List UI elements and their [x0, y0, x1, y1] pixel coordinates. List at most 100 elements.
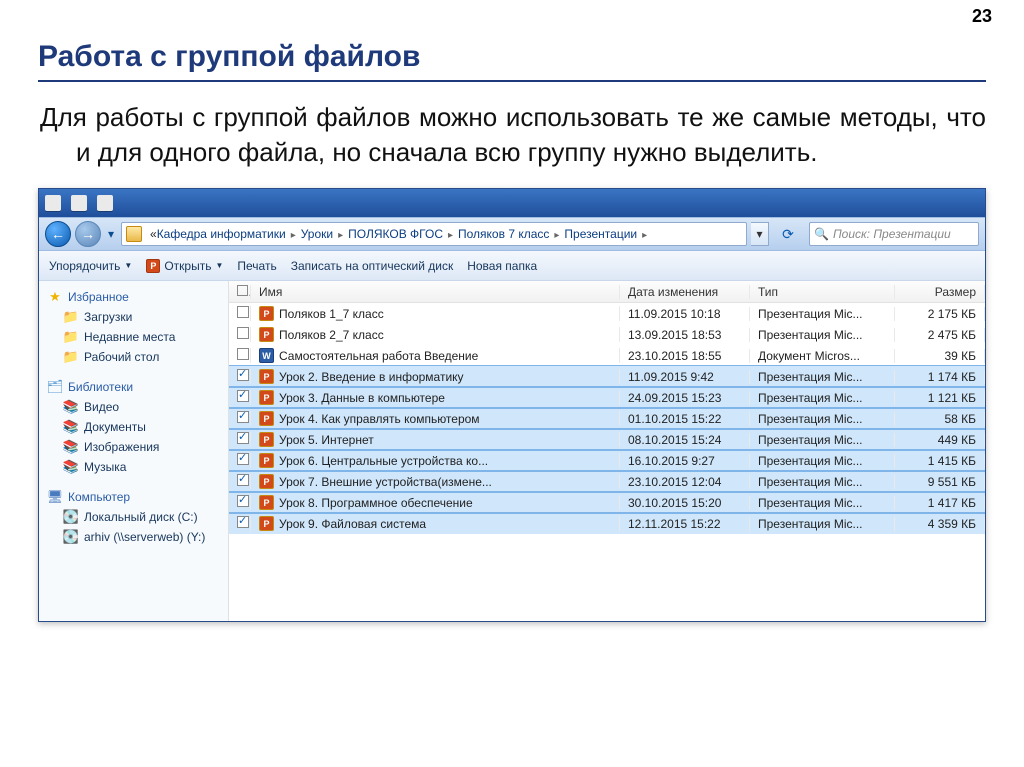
history-dropdown[interactable]: ▾	[105, 227, 117, 241]
breadcrumb-segment[interactable]: Поляков 7 класс	[458, 227, 549, 241]
row-checkbox[interactable]	[229, 453, 251, 468]
table-row[interactable]: PПоляков 1_7 класс11.09.2015 10:18Презен…	[229, 303, 985, 324]
breadcrumb-segment[interactable]: Уроки	[301, 227, 333, 241]
search-input[interactable]: 🔍 Поиск: Презентации	[809, 222, 979, 246]
sidebar-item[interactable]: 💽Локальный диск (C:)	[47, 507, 228, 527]
cell-name[interactable]: PПоляков 1_7 класс	[251, 306, 620, 321]
forward-button[interactable]: →	[75, 221, 101, 247]
cell-size: 4 359 КБ	[895, 517, 985, 531]
checkbox-icon	[237, 390, 249, 402]
cell-name[interactable]: PУрок 4. Как управлять компьютером	[251, 411, 620, 426]
row-checkbox[interactable]	[229, 369, 251, 384]
row-checkbox[interactable]	[229, 327, 251, 342]
cell-date: 12.11.2015 15:22	[620, 517, 750, 531]
cell-name[interactable]: PУрок 7. Внешние устройства(измене...	[251, 474, 620, 489]
print-button[interactable]: Печать	[237, 259, 276, 273]
checkbox-icon	[237, 306, 249, 318]
sidebar-item[interactable]: 💽arhiv (\\serverweb) (Y:)	[47, 527, 228, 547]
breadcrumb-segment[interactable]: Презентации	[564, 227, 637, 241]
cell-size: 2 175 КБ	[895, 307, 985, 321]
chevron-right-icon: ▸	[448, 230, 453, 241]
column-headers[interactable]: Имя Дата изменения Тип Размер	[229, 281, 985, 303]
refresh-button[interactable]: ⟳	[777, 223, 799, 245]
row-checkbox[interactable]	[229, 474, 251, 489]
cell-size: 1 174 КБ	[895, 370, 985, 384]
table-row[interactable]: PУрок 4. Как управлять компьютером01.10.…	[229, 408, 985, 429]
explorer-window: ← → ▾ « Кафедра информатики▸Уроки▸ПОЛЯКО…	[38, 188, 986, 622]
table-row[interactable]: PУрок 5. Интернет08.10.2015 15:24Презент…	[229, 429, 985, 450]
file-name: Урок 2. Введение в информатику	[279, 370, 464, 384]
open-button[interactable]: P Открыть▼	[146, 259, 223, 273]
libraries-icon: 🗂	[47, 379, 63, 395]
column-type[interactable]: Тип	[750, 285, 895, 299]
chevron-right-icon: ▸	[338, 230, 343, 241]
powerpoint-icon: P	[146, 259, 160, 273]
sidebar-favorites-header[interactable]: ★ Избранное	[47, 287, 228, 307]
sidebar-item[interactable]: 📚Видео	[47, 397, 228, 417]
sidebar-item[interactable]: 📚Музыка	[47, 457, 228, 477]
burn-button[interactable]: Записать на оптический диск	[291, 259, 454, 273]
breadcrumb[interactable]: « Кафедра информатики▸Уроки▸ПОЛЯКОВ ФГОС…	[121, 222, 747, 246]
table-row[interactable]: PУрок 8. Программное обеспечение30.10.20…	[229, 492, 985, 513]
cell-name[interactable]: PУрок 8. Программное обеспечение	[251, 495, 620, 510]
chevron-right-icon: ▸	[554, 230, 559, 241]
cell-name[interactable]: PУрок 9. Файловая система	[251, 516, 620, 531]
cell-name[interactable]: WСамостоятельная работа Введение	[251, 348, 620, 363]
cell-name[interactable]: PУрок 6. Центральные устройства ко...	[251, 453, 620, 468]
table-row[interactable]: PПоляков 2_7 класс13.09.2015 18:53Презен…	[229, 324, 985, 345]
cell-date: 23.10.2015 12:04	[620, 475, 750, 489]
sidebar-item[interactable]: 📁Недавние места	[47, 327, 228, 347]
breadcrumb-segment[interactable]: Кафедра информатики	[157, 227, 286, 241]
row-checkbox[interactable]	[229, 495, 251, 510]
folder-icon	[126, 226, 142, 242]
address-dropdown[interactable]: ▾	[751, 222, 769, 246]
powerpoint-icon: P	[259, 327, 274, 342]
window-titlebar[interactable]	[39, 189, 985, 217]
file-name: Поляков 2_7 класс	[279, 328, 384, 342]
table-row[interactable]: PУрок 2. Введение в информатику11.09.201…	[229, 366, 985, 387]
checkbox-column[interactable]	[229, 285, 251, 299]
column-size[interactable]: Размер	[895, 285, 985, 299]
row-checkbox[interactable]	[229, 348, 251, 363]
column-date[interactable]: Дата изменения	[620, 285, 750, 299]
table-row[interactable]: PУрок 6. Центральные устройства ко...16.…	[229, 450, 985, 471]
checkbox-icon	[237, 369, 249, 381]
cell-date: 11.09.2015 10:18	[620, 307, 750, 321]
table-row[interactable]: PУрок 9. Файловая система12.11.2015 15:2…	[229, 513, 985, 534]
file-name: Самостоятельная работа Введение	[279, 349, 478, 363]
breadcrumb-segment[interactable]: ПОЛЯКОВ ФГОС	[348, 227, 443, 241]
organize-menu[interactable]: Упорядочить▼	[49, 259, 132, 273]
powerpoint-icon: P	[259, 474, 274, 489]
checkbox-icon	[237, 327, 249, 339]
sidebar-item[interactable]: 📚Изображения	[47, 437, 228, 457]
cell-name[interactable]: PУрок 5. Интернет	[251, 432, 620, 447]
cell-type: Презентация Mic...	[750, 370, 895, 384]
column-name[interactable]: Имя	[251, 285, 620, 299]
row-checkbox[interactable]	[229, 411, 251, 426]
sidebar-libraries-header[interactable]: 🗂 Библиотеки	[47, 377, 228, 397]
sidebar-item[interactable]: 📁 Рабочий стол	[47, 347, 228, 367]
row-checkbox[interactable]	[229, 516, 251, 531]
cell-date: 01.10.2015 15:22	[620, 412, 750, 426]
new-folder-button[interactable]: Новая папка	[467, 259, 537, 273]
back-button[interactable]: ←	[45, 221, 71, 247]
row-checkbox[interactable]	[229, 432, 251, 447]
table-row[interactable]: PУрок 7. Внешние устройства(измене...23.…	[229, 471, 985, 492]
cell-type: Презентация Mic...	[750, 433, 895, 447]
cell-name[interactable]: PУрок 3. Данные в компьютере	[251, 390, 620, 405]
row-checkbox[interactable]	[229, 306, 251, 321]
sidebar-item[interactable]: 📚Документы	[47, 417, 228, 437]
cell-name[interactable]: P Поляков 2_7 класс	[251, 327, 620, 342]
sidebar-item[interactable]: 📁Загрузки	[47, 307, 228, 327]
sidebar-item-label: Рабочий стол	[84, 350, 159, 364]
sidebar-computer-header[interactable]: 🖥 Компьютер	[47, 487, 228, 507]
row-checkbox[interactable]	[229, 390, 251, 405]
powerpoint-icon: P	[259, 411, 274, 426]
library-icon: 📚	[63, 459, 79, 475]
table-row[interactable]: WСамостоятельная работа Введение23.10.20…	[229, 345, 985, 366]
file-name: Урок 5. Интернет	[279, 433, 374, 447]
powerpoint-icon: P	[259, 516, 274, 531]
table-row[interactable]: PУрок 3. Данные в компьютере24.09.2015 1…	[229, 387, 985, 408]
folder-icon: 📁	[63, 349, 79, 365]
cell-name[interactable]: PУрок 2. Введение в информатику	[251, 369, 620, 384]
